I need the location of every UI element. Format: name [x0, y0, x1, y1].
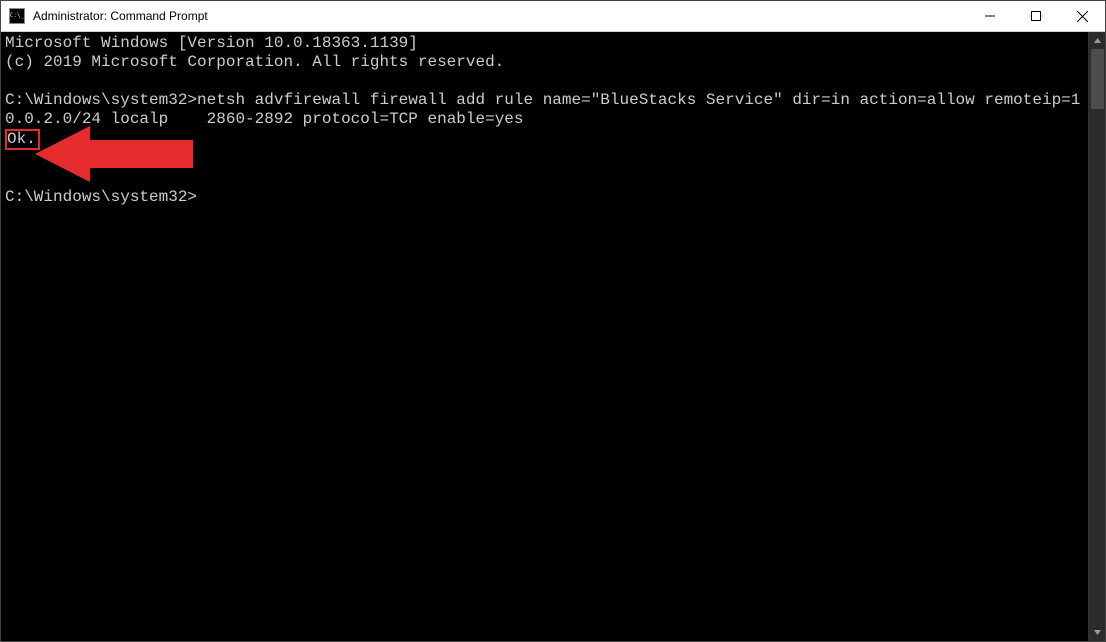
- cursor: [197, 189, 206, 206]
- result-line: Ok.: [5, 129, 1088, 150]
- terminal-output[interactable]: Microsoft Windows [Version 10.0.18363.11…: [1, 32, 1088, 641]
- window-title: Administrator: Command Prompt: [31, 9, 967, 23]
- terminal-area: Microsoft Windows [Version 10.0.18363.11…: [1, 32, 1105, 641]
- blank-line-2: [5, 150, 1088, 169]
- maximize-button[interactable]: [1013, 1, 1059, 31]
- scroll-up-button[interactable]: [1089, 32, 1105, 49]
- close-icon: [1077, 11, 1088, 22]
- vertical-scrollbar[interactable]: [1088, 32, 1105, 641]
- command-segment-2: protocol=TCP enable=yes: [293, 110, 523, 128]
- chevron-down-icon: [1093, 628, 1102, 637]
- prompt-text: C:\Windows\system32>: [5, 91, 197, 109]
- scroll-down-button[interactable]: [1089, 624, 1105, 641]
- minimize-button[interactable]: [967, 1, 1013, 31]
- prompt-line-2: C:\Windows\system32>: [5, 188, 1088, 207]
- chevron-up-icon: [1093, 36, 1102, 45]
- scroll-thumb[interactable]: [1091, 49, 1104, 109]
- command-obscured: [168, 110, 206, 128]
- version-line: Microsoft Windows [Version 10.0.18363.11…: [5, 34, 1088, 53]
- minimize-icon: [985, 11, 995, 21]
- blank-line: [5, 72, 1088, 91]
- command-segment-mid: 2860-2892: [207, 110, 293, 128]
- command-prompt-window: Administrator: Command Prompt Microsoft …: [0, 0, 1106, 642]
- command-line: C:\Windows\system32>netsh advfirewall fi…: [5, 91, 1088, 129]
- close-button[interactable]: [1059, 1, 1105, 31]
- window-controls: [967, 1, 1105, 31]
- copyright-line: (c) 2019 Microsoft Corporation. All righ…: [5, 53, 1088, 72]
- maximize-icon: [1031, 11, 1041, 21]
- blank-line-3: [5, 169, 1088, 188]
- cmd-icon: [9, 8, 25, 24]
- prompt-text-2: C:\Windows\system32>: [5, 188, 197, 206]
- ok-result: Ok.: [5, 129, 40, 150]
- title-bar[interactable]: Administrator: Command Prompt: [1, 1, 1105, 32]
